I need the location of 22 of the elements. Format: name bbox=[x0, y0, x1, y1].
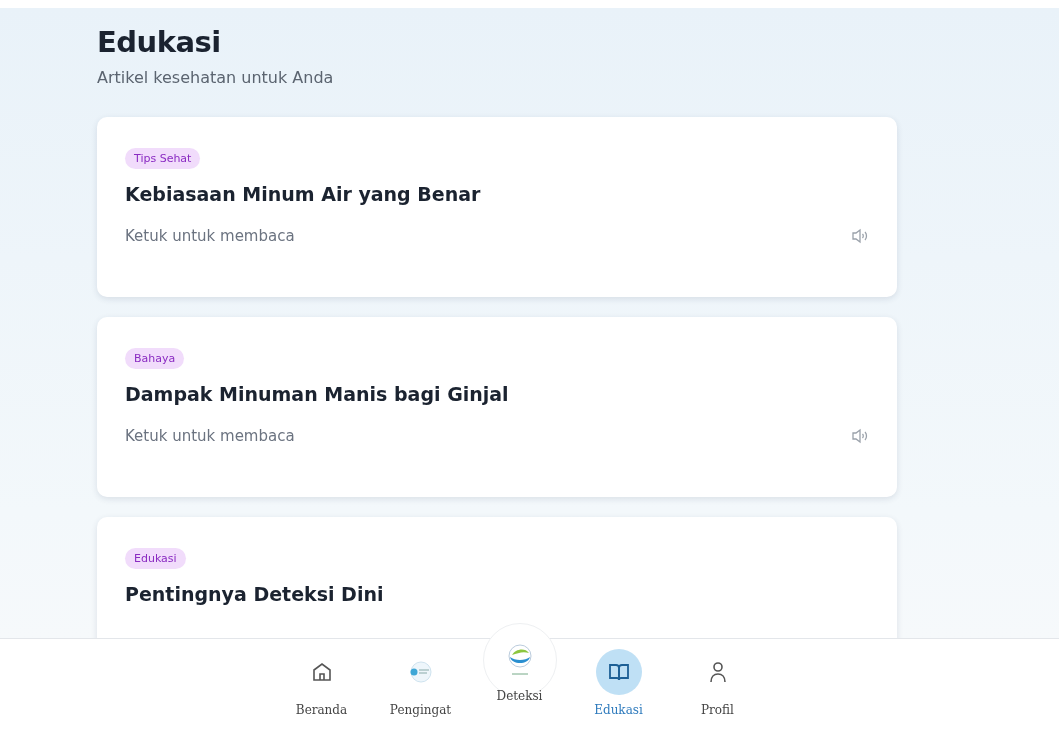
article-title: Kebiasaan Minum Air yang Benar bbox=[125, 183, 482, 205]
speaker-icon[interactable] bbox=[851, 428, 869, 444]
nav-tab[interactable]: Beranda bbox=[272, 639, 371, 717]
nav-tab[interactable]: Pengingat bbox=[371, 639, 470, 717]
article-card[interactable]: Tips Sehat Kebiasaan Minum Air yang Benar Ketuk untuk membaca bbox=[97, 117, 897, 297]
book-icon bbox=[607, 662, 630, 682]
read-hint: Ketuk untuk membaca bbox=[125, 227, 295, 245]
category-tag: Bahaya bbox=[125, 348, 185, 369]
category-tag: Tips Sehat bbox=[125, 148, 201, 169]
article-card[interactable]: Bahaya Dampak Minuman Manis bagi Ginjal Ketuk untuk membaca bbox=[97, 317, 897, 497]
nav-tab[interactable]: Edukasi bbox=[569, 639, 668, 717]
article-title: Pentingnya Deteksi Dini bbox=[125, 583, 385, 605]
nav-tab[interactable]: Profil bbox=[668, 639, 767, 717]
category-tag: Edukasi bbox=[125, 548, 186, 569]
article-card[interactable]: Edukasi Pentingnya Deteksi Dini bbox=[97, 517, 897, 638]
page-subtitle: Artikel kesehatan untuk Anda bbox=[97, 68, 335, 87]
read-hint: Ketuk untuk membaca bbox=[125, 427, 295, 445]
home-icon bbox=[310, 661, 333, 683]
article-title: Dampak Minuman Manis bagi Ginjal bbox=[125, 383, 510, 405]
speaker-icon[interactable] bbox=[851, 228, 869, 244]
page-title: Edukasi bbox=[97, 24, 222, 61]
person-icon bbox=[707, 661, 728, 683]
